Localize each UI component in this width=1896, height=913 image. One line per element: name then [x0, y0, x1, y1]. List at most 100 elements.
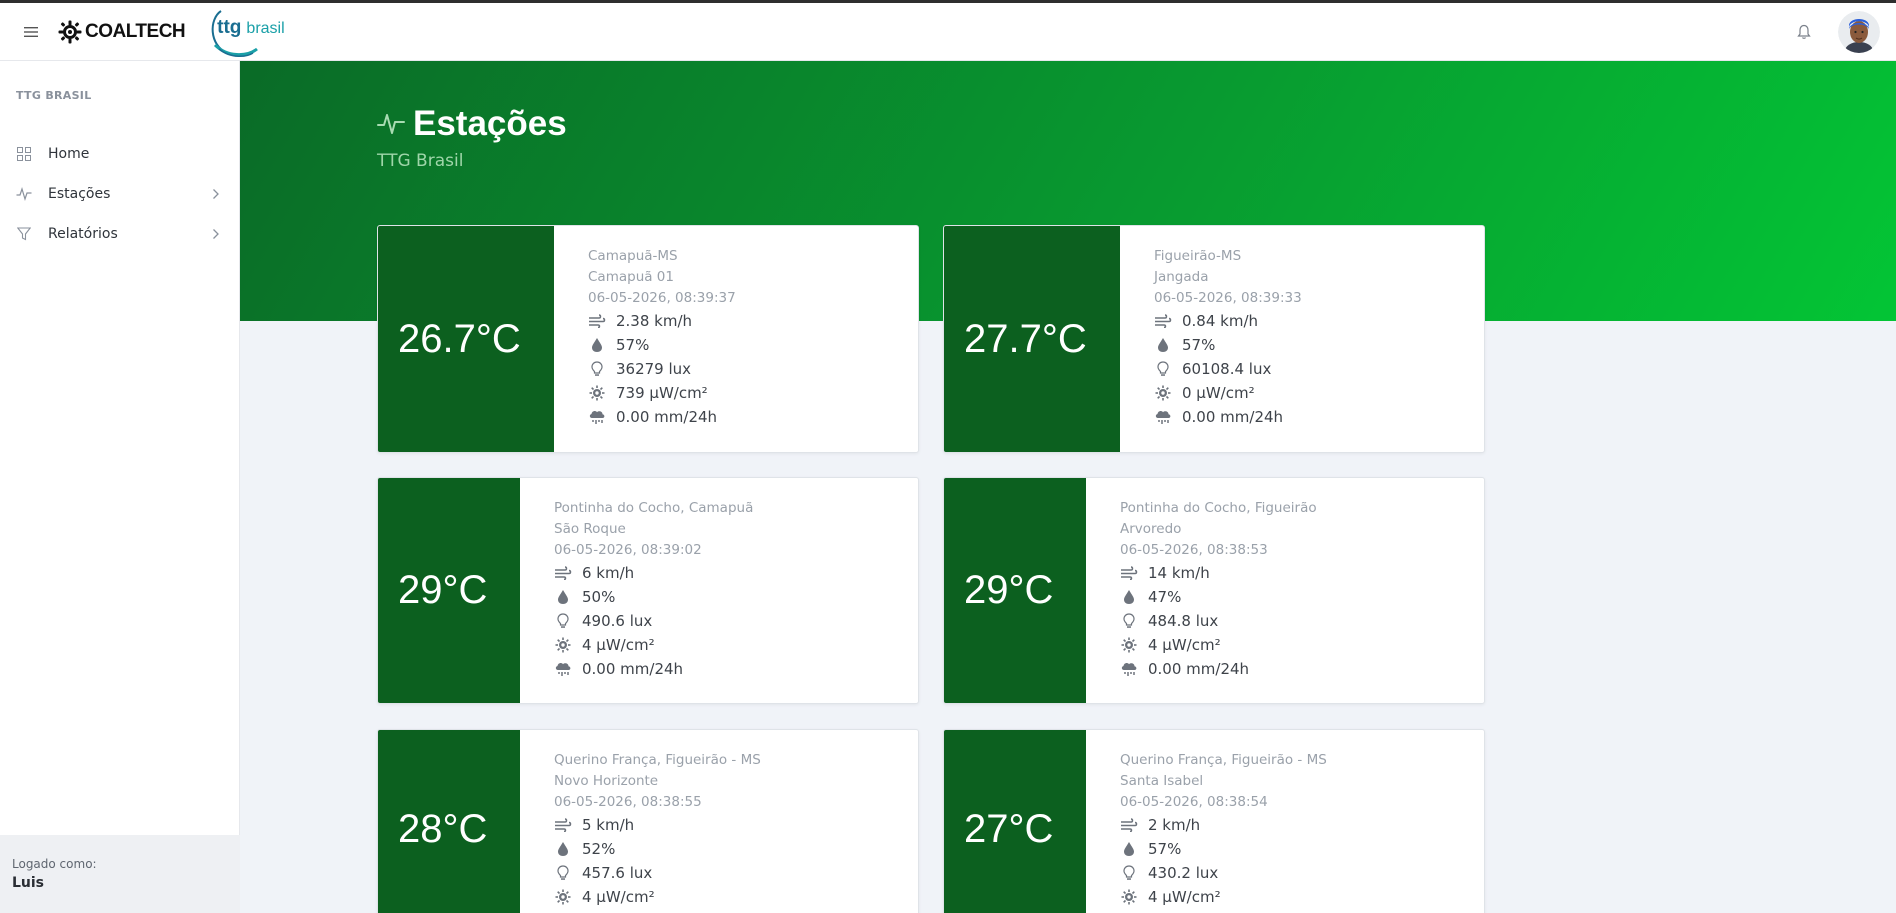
- wind-speed-row: 2 km/h: [1120, 813, 1327, 837]
- hamburger-menu-button[interactable]: [18, 19, 44, 45]
- uv-radiation-value: 4 µW/cm²: [1148, 888, 1221, 906]
- wind-speed-row: 2.38 km/h: [588, 309, 736, 333]
- water-drop-icon: [554, 840, 572, 858]
- rainfall-value: 0.00 mm/24h: [582, 660, 684, 678]
- grid-icon: [15, 145, 33, 163]
- filter-icon: [15, 225, 33, 243]
- ttg-brasil-logo: ttg brasil: [207, 5, 291, 59]
- station-name: Jangada: [1154, 269, 1209, 285]
- wind-speed-value: 2 km/h: [1148, 816, 1201, 834]
- light-bulb-icon: [1120, 612, 1138, 630]
- notifications-button[interactable]: [1790, 18, 1818, 46]
- ttg-brasil-text: ttg brasil: [217, 17, 285, 39]
- sidebar-item-estacoes[interactable]: Estações: [0, 176, 240, 212]
- wind-icon: [554, 816, 572, 834]
- station-card[interactable]: 26.7°C Camapuã-MS Camapuã 01 06-05-2026, 08…: [377, 225, 919, 453]
- humidity-value: 47%: [1148, 588, 1182, 606]
- humidity-row: 52%: [554, 837, 761, 861]
- wind-speed-row: 5 km/h: [554, 813, 761, 837]
- uv-radiation-value: 0 µW/cm²: [1182, 384, 1255, 402]
- menu-icon: [24, 26, 38, 37]
- chevron-right-icon: [212, 227, 222, 241]
- humidity-value: 52%: [582, 840, 616, 858]
- station-card[interactable]: 28°C Querino França, Figueirão - MS Novo H…: [377, 729, 919, 913]
- wind-icon: [588, 312, 606, 330]
- temperature-panel: 27.7°C: [944, 226, 1120, 452]
- humidity-value: 57%: [1148, 840, 1182, 858]
- light-bulb-icon: [1120, 864, 1138, 882]
- activity-icon: [15, 185, 33, 203]
- coaltech-logo: COALTECH: [58, 20, 186, 44]
- sidebar-item-label: Relatórios: [48, 226, 118, 242]
- sidebar-footer: Logado como: Luis: [0, 835, 240, 913]
- uv-radiation-row: 0 µW/cm²: [1154, 381, 1302, 405]
- uv-radiation-value: 4 µW/cm²: [582, 888, 655, 906]
- rain-cloud-icon: [1120, 660, 1138, 678]
- station-card[interactable]: 27.7°C Figueirão-MS Jangada 06-05-2026, 08:…: [943, 225, 1485, 453]
- rainfall-row: 0.00 mm/24h: [554, 657, 753, 681]
- luminosity-row: 490.6 lux: [554, 609, 753, 633]
- wind-speed-row: 6 km/h: [554, 561, 753, 585]
- wind-speed-value: 14 km/h: [1148, 564, 1210, 582]
- sidebar-item-label: Estações: [48, 186, 111, 202]
- temperature-value: 27.7°C: [964, 316, 1087, 361]
- station-name: Santa Isabel: [1120, 773, 1204, 789]
- uv-radiation-value: 739 µW/cm²: [616, 384, 708, 402]
- station-info: Querino França, Figueirão - MS Novo Horiz…: [554, 750, 761, 909]
- station-timestamp: 06-05-2026, 08:39:33: [1154, 290, 1302, 306]
- rainfall-value: 0.00 mm/24h: [616, 408, 718, 426]
- uv-radiation-row: 4 µW/cm²: [554, 885, 761, 909]
- header-actions: [1790, 10, 1880, 53]
- brand-area[interactable]: COALTECH ttg brasil: [58, 5, 291, 59]
- water-drop-icon: [1120, 588, 1138, 606]
- station-info: Pontinha do Cocho, Camapuã São Roque 06-05…: [554, 498, 753, 681]
- wind-speed-row: 0.84 km/h: [1154, 309, 1302, 333]
- sun-gear-icon: [1154, 384, 1172, 402]
- luminosity-value: 430.2 lux: [1148, 864, 1219, 882]
- station-location: Pontinha do Cocho, Camapuã: [554, 500, 754, 516]
- uv-radiation-row: 4 µW/cm²: [1120, 633, 1317, 657]
- coaltech-brand-name: COALTECH: [85, 20, 186, 42]
- rainfall-value: 0.00 mm/24h: [1148, 660, 1250, 678]
- station-name: Camapuã 01: [588, 269, 674, 285]
- luminosity-row: 430.2 lux: [1120, 861, 1327, 885]
- station-card[interactable]: 29°C Pontinha do Cocho, Figueirão Arvoredo…: [943, 477, 1485, 704]
- uv-radiation-value: 4 µW/cm²: [1148, 636, 1221, 654]
- uv-radiation-value: 4 µW/cm²: [582, 636, 655, 654]
- station-location: Querino França, Figueirão - MS: [554, 752, 761, 768]
- brasil-word: brasil: [246, 19, 285, 37]
- sidebar-item-label: Home: [48, 146, 90, 162]
- station-name: Novo Horizonte: [554, 773, 659, 789]
- rain-cloud-icon: [588, 408, 606, 426]
- station-location: Querino França, Figueirão - MS: [1120, 752, 1327, 768]
- sidebar: TTG BRASIL Home Estações Relatórios Loga…: [0, 61, 240, 913]
- humidity-value: 57%: [1182, 336, 1216, 354]
- station-name: São Roque: [554, 521, 626, 537]
- water-drop-icon: [554, 588, 572, 606]
- luminosity-row: 484.8 lux: [1120, 609, 1317, 633]
- station-card[interactable]: 29°C Pontinha do Cocho, Camapuã São Roque 0…: [377, 477, 919, 704]
- wind-speed-value: 5 km/h: [582, 816, 635, 834]
- light-bulb-icon: [554, 864, 572, 882]
- rainfall-row: 0.00 mm/24h: [1120, 657, 1317, 681]
- station-card[interactable]: 27°C Querino França, Figueirão - MS Santa …: [943, 729, 1485, 913]
- temperature-panel: 29°C: [944, 478, 1086, 703]
- user-avatar-icon: [1838, 10, 1880, 53]
- sidebar-item-relatorios[interactable]: Relatórios: [0, 216, 240, 252]
- user-avatar[interactable]: [1838, 10, 1880, 53]
- sun-gear-icon: [588, 384, 606, 402]
- station-name: Arvoredo: [1120, 521, 1182, 537]
- temperature-panel: 28°C: [378, 730, 520, 913]
- humidity-row: 57%: [1154, 333, 1302, 357]
- wind-icon: [554, 564, 572, 582]
- sidebar-item-home[interactable]: Home: [0, 136, 240, 172]
- light-bulb-icon: [588, 360, 606, 378]
- luminosity-value: 457.6 lux: [582, 864, 653, 882]
- humidity-row: 57%: [588, 333, 736, 357]
- wind-icon: [1154, 312, 1172, 330]
- humidity-row: 47%: [1120, 585, 1317, 609]
- rainfall-row: 0.00 mm/24h: [588, 405, 736, 429]
- sun-gear-icon: [554, 636, 572, 654]
- wind-speed-value: 2.38 km/h: [616, 312, 693, 330]
- chevron-right-icon: [212, 187, 222, 201]
